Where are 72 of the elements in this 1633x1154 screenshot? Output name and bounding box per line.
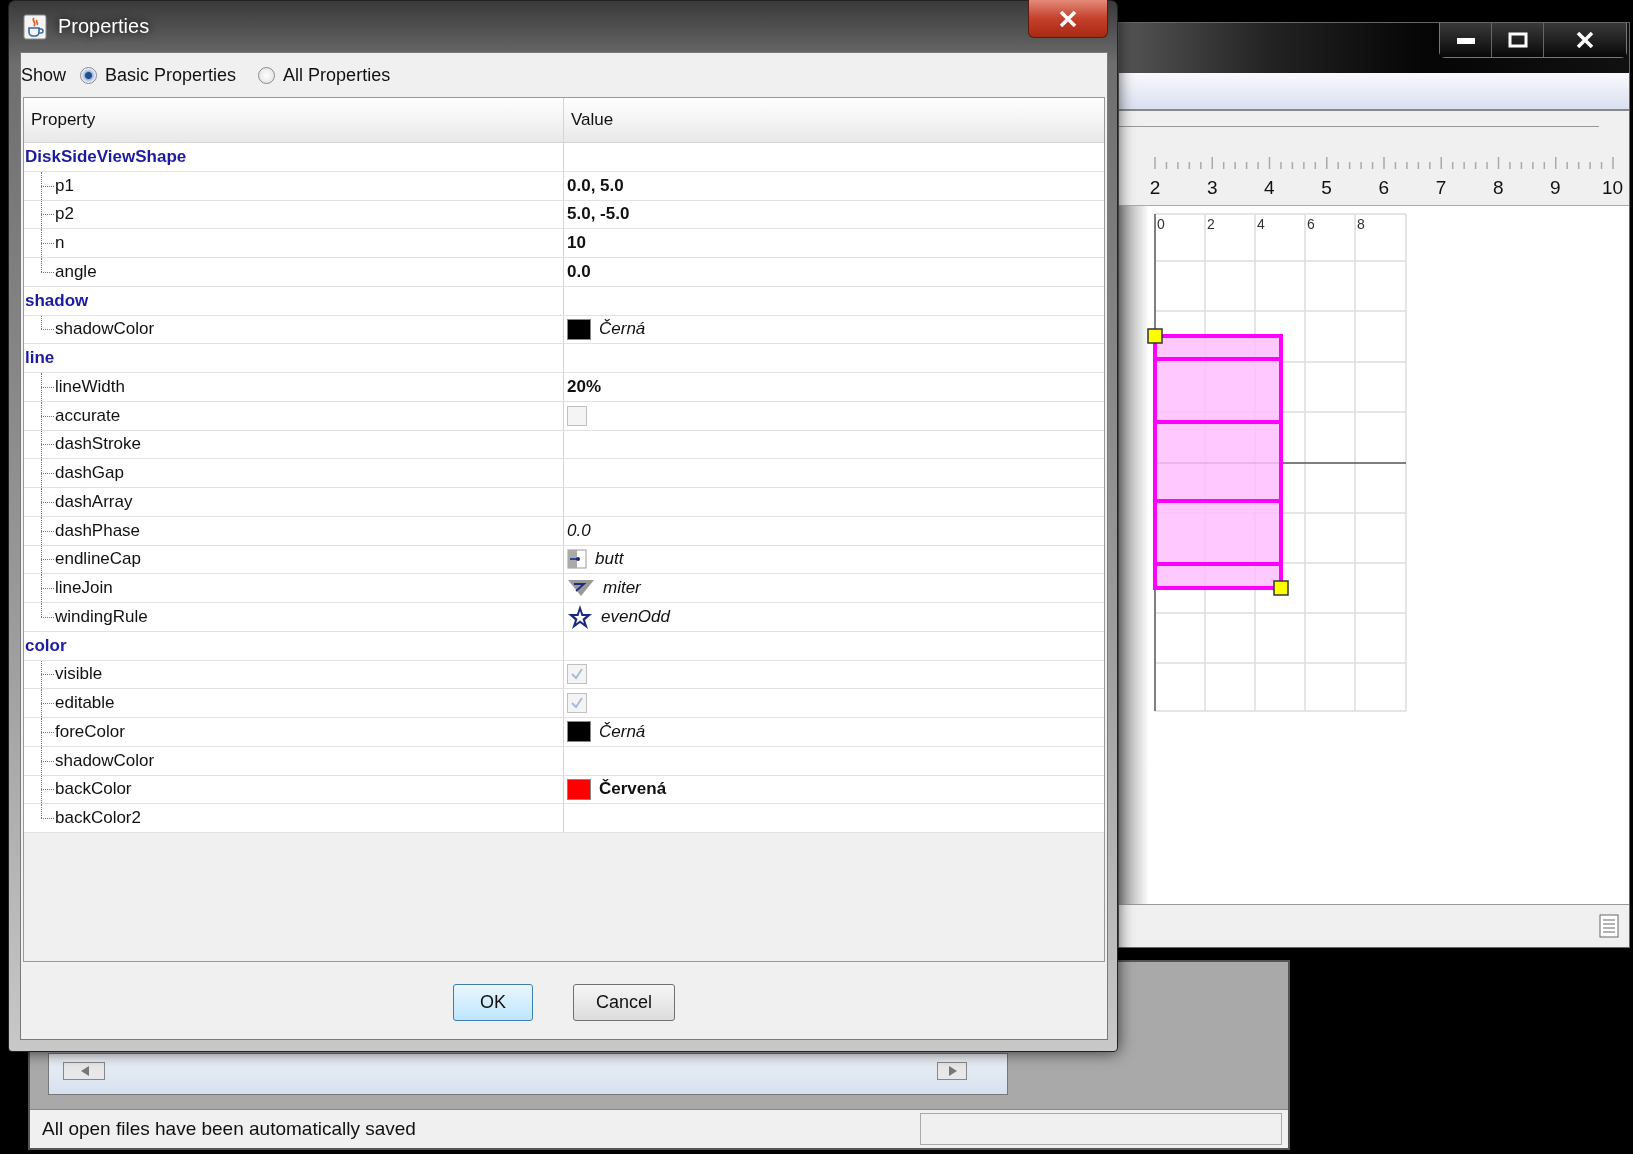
property-name[interactable]: foreColor — [55, 721, 125, 742]
property-name[interactable]: editable — [55, 693, 115, 714]
property-value[interactable]: Černá — [599, 319, 646, 340]
radio-option[interactable]: All Properties — [258, 64, 391, 86]
property-value[interactable]: 0.0 — [567, 261, 591, 282]
property-name[interactable]: windingRule — [55, 606, 148, 627]
property-value[interactable]: 10 — [567, 233, 586, 254]
property-value[interactable]: 0.0 — [567, 520, 591, 541]
ruler-label: 2 — [1149, 177, 1161, 199]
property-name[interactable]: dashStroke — [55, 434, 141, 455]
ruler-label: 4 — [1264, 177, 1275, 199]
minimize-icon — [1454, 35, 1477, 45]
property-name[interactable]: angle — [55, 261, 97, 282]
column-header[interactable]: Property — [24, 98, 564, 142]
property-name[interactable]: accurate — [55, 405, 121, 426]
line-cap-icon — [567, 549, 587, 570]
property-name[interactable]: shadowColor — [55, 750, 155, 771]
property-value[interactable]: Červená — [599, 779, 667, 800]
property-value[interactable]: 5.0, -5.0 — [567, 204, 630, 225]
grid-label: 4 — [1257, 216, 1265, 232]
checkbox[interactable] — [567, 664, 587, 685]
color-swatch[interactable] — [567, 721, 591, 743]
property-value[interactable]: evenOdd — [601, 606, 670, 627]
property-value[interactable]: butt — [595, 549, 624, 570]
property-name[interactable]: shadowColor — [55, 319, 155, 340]
column-header[interactable]: Value — [564, 98, 1104, 142]
document-icon[interactable] — [1599, 914, 1619, 938]
grid-label: 2 — [1207, 216, 1215, 232]
ruler-label: 7 — [1435, 177, 1447, 199]
ok-button[interactable]: OK — [453, 984, 533, 1021]
close-button[interactable] — [1028, 0, 1108, 38]
property-name[interactable]: visible — [55, 664, 103, 685]
maximize-icon — [1507, 32, 1528, 48]
cancel-button[interactable]: Cancel — [573, 984, 675, 1021]
property-value[interactable]: Černá — [599, 721, 646, 742]
property-name[interactable]: endlineCap — [55, 549, 141, 570]
property-name[interactable]: backColor — [55, 779, 132, 800]
maximize-button[interactable] — [1492, 23, 1544, 57]
ruler-label: 10 — [1602, 177, 1624, 199]
property-value[interactable]: 20% — [567, 376, 602, 397]
close-icon — [1576, 32, 1594, 48]
ruler-label: 5 — [1321, 177, 1332, 199]
window-title: Properties — [58, 15, 150, 38]
property-value[interactable]: miter — [603, 578, 641, 599]
radio-option[interactable]: Basic Properties — [80, 64, 237, 86]
color-swatch[interactable] — [567, 778, 591, 800]
checkbox[interactable] — [567, 405, 587, 426]
property-name[interactable]: p2 — [55, 204, 74, 225]
show-label: Show — [21, 64, 67, 86]
grid-label: 8 — [1357, 216, 1365, 232]
color-swatch[interactable] — [567, 318, 591, 340]
grid-label: 6 — [1307, 216, 1315, 232]
minimize-button[interactable] — [1440, 23, 1492, 57]
cup-icon — [23, 13, 47, 40]
property-name[interactable]: lineWidth — [55, 376, 125, 397]
ruler-label: 3 — [1206, 177, 1218, 199]
property-name[interactable]: n — [55, 233, 65, 254]
ruler-label: 6 — [1378, 177, 1390, 199]
checkbox[interactable] — [567, 693, 587, 714]
ruler-label: 9 — [1550, 177, 1561, 199]
property-name[interactable]: backColor2 — [55, 808, 141, 829]
ruler-label: 8 — [1492, 177, 1504, 199]
grid-label: 0 — [1157, 216, 1165, 232]
close-icon — [1058, 10, 1078, 27]
property-name[interactable]: dashGap — [55, 463, 124, 484]
property-name[interactable]: p1 — [55, 175, 74, 196]
property-name[interactable]: dashPhase — [55, 520, 141, 541]
status-text: All open files have been automatically saved — [42, 1118, 417, 1140]
property-name[interactable]: dashArray — [55, 491, 133, 512]
property-name[interactable]: lineJoin — [55, 578, 113, 599]
close-button[interactable] — [1544, 23, 1626, 57]
property-value[interactable]: 0.0, 5.0 — [567, 175, 624, 196]
